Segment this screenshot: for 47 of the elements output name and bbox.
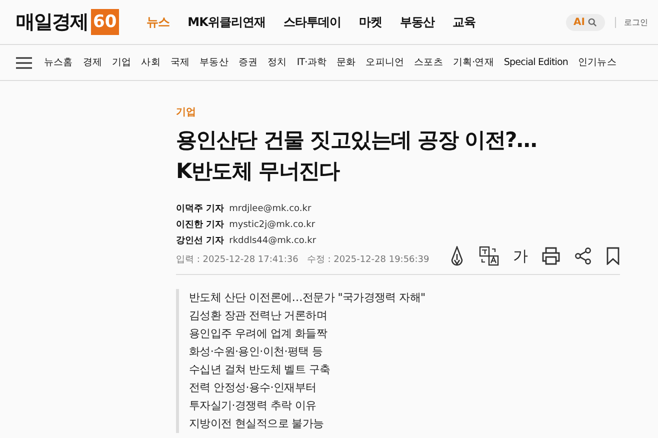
section-link[interactable]: IT·과학 (296, 56, 326, 69)
section-link[interactable]: Special Edition (504, 57, 568, 68)
bookmark-icon[interactable] (606, 247, 620, 265)
nav-tab[interactable]: 스타투데이 (283, 14, 341, 30)
reporter-email[interactable]: rkddls44@mk.co.kr (229, 233, 316, 249)
search-icon (588, 18, 597, 26)
summary-line: 화성·수원·용인·이천·평택 등 (189, 344, 324, 360)
share-icon[interactable] (574, 247, 592, 265)
summary-line: 투자실기·경쟁력 추락 이유 (189, 398, 318, 414)
headline-line: 용인산단 건물 짓고있는데 공장 이전?… (176, 127, 538, 154)
pen-nib-icon[interactable] (449, 246, 465, 266)
section-link[interactable]: 증권 (238, 56, 258, 69)
section-link[interactable]: 경제 (82, 56, 102, 69)
summary-line: 전력 안정성·용수·인재부터 (189, 380, 318, 396)
section-link[interactable]: 기획·연재 (452, 56, 494, 69)
nav-tab[interactable]: 교육 (452, 14, 476, 30)
section-link[interactable]: 스포츠 (414, 56, 443, 69)
section-link[interactable]: 국제 (170, 56, 190, 69)
menu-icon[interactable] (16, 56, 32, 68)
print-icon[interactable] (542, 247, 560, 265)
nav-tab[interactable]: 부동산 (400, 14, 434, 30)
section-link[interactable]: 뉴스홈 (44, 56, 73, 69)
article-dates: 입력 : 2025-12-28 17:41:36 수정 : 2025-12-28 19:56:39 (176, 254, 430, 266)
nav-tab[interactable]: MK위클리연재 (188, 14, 266, 30)
section-link[interactable]: 인기뉴스 (578, 56, 616, 69)
font-size-button[interactable]: 가 (513, 246, 528, 266)
reporter-name[interactable]: 이덕주 기자 (176, 201, 224, 217)
summary-line: 용인입주 우려에 업계 화들짝 (189, 326, 328, 342)
headline-line: K반도체 무너진다 (176, 158, 341, 185)
reporter-email[interactable]: mystic2j@mk.co.kr (229, 217, 316, 233)
reporter-name[interactable]: 강인선 기자 (176, 233, 224, 249)
translate-icon[interactable] (479, 246, 499, 266)
section-link[interactable]: 사회 (141, 56, 160, 69)
section-link[interactable]: 문화 (336, 56, 356, 69)
logo-text[interactable]: 매일경제 (16, 9, 88, 35)
summary-line: 김성환 장관 전력난 거론하며 (189, 308, 328, 324)
section-link[interactable]: 오피니언 (366, 56, 404, 69)
summary-line: 반도체 산단 이전론에…전문가 "국가경쟁력 자해" (189, 290, 426, 306)
section-link[interactable]: 정치 (268, 56, 287, 69)
reporter-name[interactable]: 이진한 기자 (176, 217, 224, 233)
nav-tab[interactable]: 마켓 (358, 14, 382, 30)
reporter-email[interactable]: mrdjlee@mk.co.kr (229, 201, 312, 217)
section-link[interactable]: 기업 (112, 56, 132, 69)
section-link[interactable]: 부동산 (200, 56, 228, 69)
login-link[interactable]: 로그인 (615, 16, 648, 28)
summary-line: 지방이전 현실적으로 불가능 (189, 416, 325, 432)
summary-line: 수십년 걸쳐 반도체 벨트 구축 (189, 362, 332, 378)
